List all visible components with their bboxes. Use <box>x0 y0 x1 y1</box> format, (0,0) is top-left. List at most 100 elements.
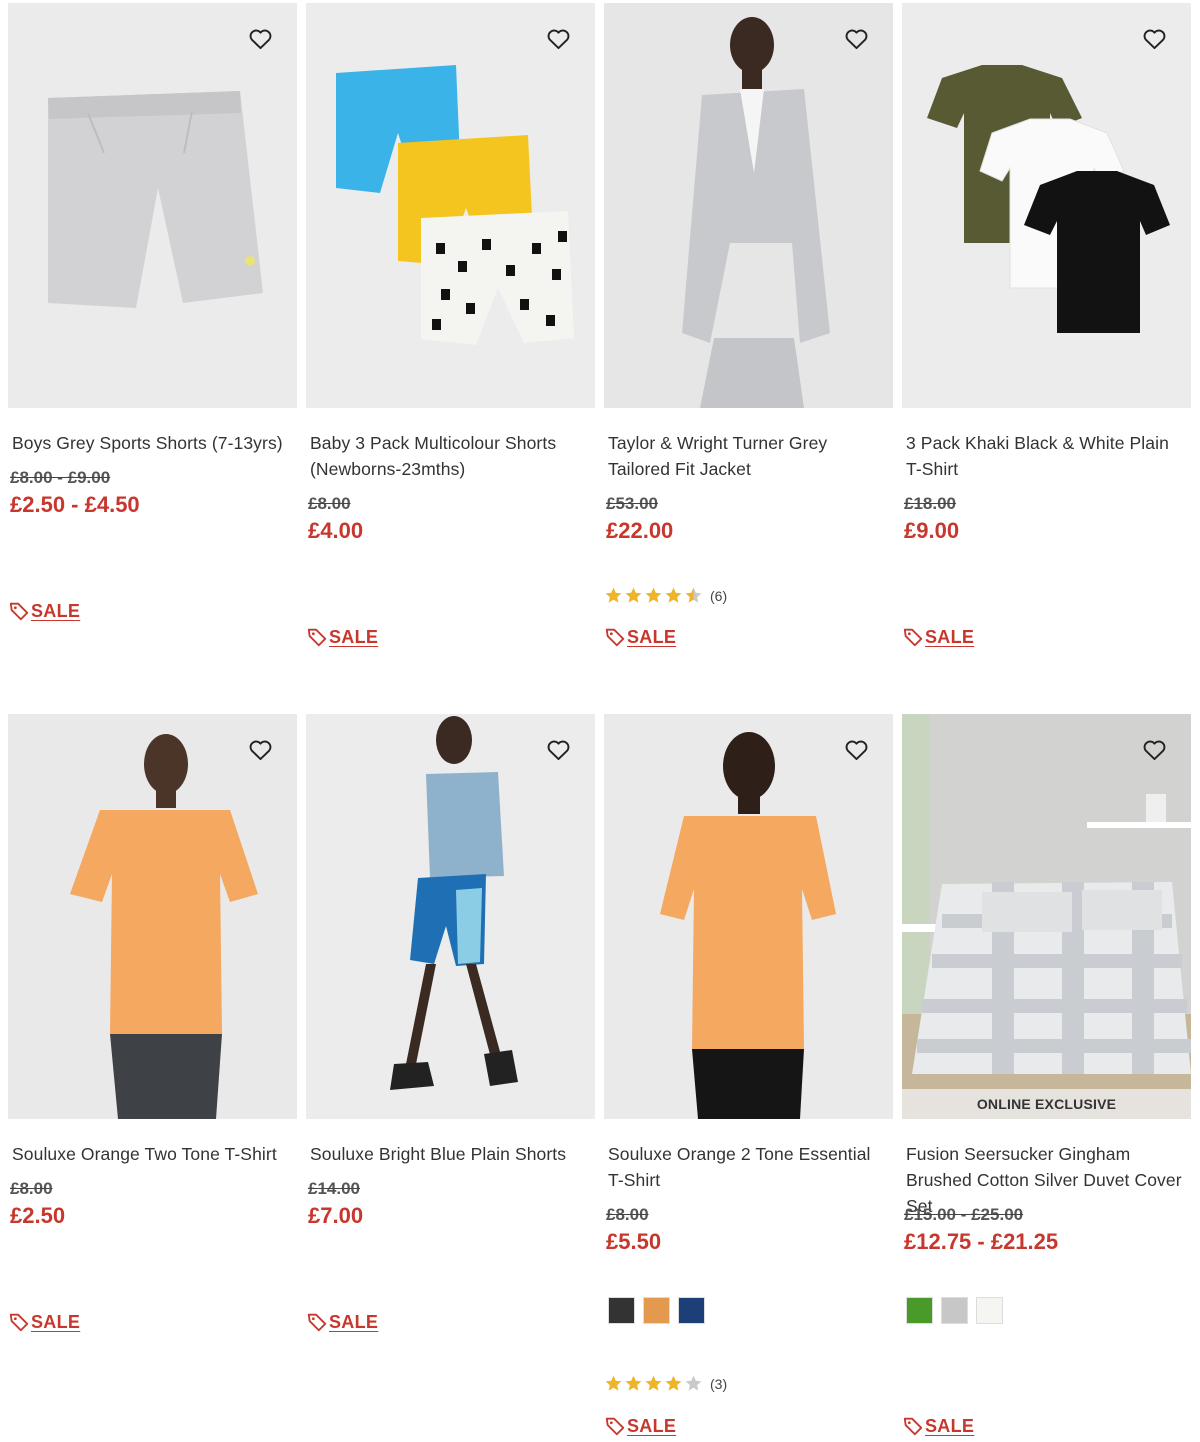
now-price: £22.00 <box>606 518 674 543</box>
heart-outline-icon <box>845 29 867 49</box>
star-icon <box>605 587 622 603</box>
star-icon <box>605 1375 622 1391</box>
product-card[interactable]: Boys Grey Sports Shorts (7-13yrs) £8.00 … <box>8 3 297 621</box>
product-image[interactable] <box>306 714 595 1119</box>
product-card[interactable]: ONLINE EXCLUSIVE Fusion Seersucker Gingh… <box>902 714 1191 1436</box>
was-price: £8.00 <box>10 1179 53 1198</box>
wishlist-button[interactable] <box>541 21 575 55</box>
wishlist-button[interactable] <box>839 732 873 766</box>
was-price: £53.00 <box>606 494 658 513</box>
heart-outline-icon <box>1143 29 1165 49</box>
star-icon <box>645 1375 662 1391</box>
colour-swatch[interactable] <box>608 1297 635 1324</box>
product-image[interactable] <box>604 714 893 1119</box>
tag-icon <box>9 1313 29 1332</box>
blue-shorts-model-image <box>390 716 518 1090</box>
product-title[interactable]: Fusion Seersucker Gingham Brushed Cotton… <box>902 1141 1191 1216</box>
star-icon <box>665 587 682 603</box>
orange-tshirt-model-image <box>70 734 258 1119</box>
colour-swatch[interactable] <box>643 1297 670 1324</box>
sale-label: SALE <box>31 1311 81 1332</box>
online-exclusive-badge: ONLINE EXCLUSIVE <box>902 1089 1191 1119</box>
sale-link[interactable]: SALE <box>306 1311 378 1333</box>
star-rating: (6) <box>604 586 727 605</box>
was-price: £15.00 - £25.00 <box>904 1205 1024 1224</box>
star-icon <box>685 1375 702 1391</box>
now-price: £5.50 <box>606 1229 662 1254</box>
now-price: £12.75 - £21.25 <box>904 1229 1059 1254</box>
colour-swatches <box>608 1297 713 1324</box>
star-icon <box>685 587 702 603</box>
product-title[interactable]: Souluxe Orange 2 Tone Essential T-Shirt <box>604 1141 893 1193</box>
sale-link[interactable]: SALE <box>902 626 974 648</box>
was-price: £8.00 <box>606 1205 649 1224</box>
grey-jacket-model-image <box>682 17 830 408</box>
sale-link[interactable]: SALE <box>902 1415 974 1437</box>
wishlist-button[interactable] <box>243 732 277 766</box>
star-icon <box>625 1375 642 1391</box>
sale-link[interactable]: SALE <box>604 1415 676 1437</box>
product-image[interactable] <box>8 3 297 408</box>
sale-label: SALE <box>627 1415 677 1436</box>
sale-label: SALE <box>329 626 379 647</box>
sale-link[interactable]: SALE <box>306 626 378 648</box>
sale-link[interactable]: SALE <box>8 600 80 622</box>
heart-outline-icon <box>547 740 569 760</box>
sale-label: SALE <box>31 600 81 621</box>
colour-swatch[interactable] <box>906 1297 933 1324</box>
product-title[interactable]: Baby 3 Pack Multicolour Shorts (Newborns… <box>306 430 595 482</box>
review-count[interactable]: (3) <box>710 1376 727 1392</box>
now-price: £2.50 <box>10 1203 66 1228</box>
was-price: £18.00 <box>904 494 956 513</box>
wishlist-button[interactable] <box>243 21 277 55</box>
tag-icon <box>9 602 29 621</box>
heart-outline-icon <box>547 29 569 49</box>
product-image[interactable] <box>604 3 893 408</box>
product-card[interactable]: Souluxe Bright Blue Plain Shorts £14.00 … <box>306 714 595 1332</box>
product-title[interactable]: Taylor & Wright Turner Grey Tailored Fit… <box>604 430 893 482</box>
star-icon <box>625 587 642 603</box>
star-icon <box>645 587 662 603</box>
grey-shorts-image <box>48 91 263 308</box>
product-image[interactable] <box>902 3 1191 408</box>
colour-swatch[interactable] <box>678 1297 705 1324</box>
review-count[interactable]: (6) <box>710 588 727 604</box>
wishlist-button[interactable] <box>1137 21 1171 55</box>
sale-label: SALE <box>925 1415 975 1436</box>
product-image[interactable]: ONLINE EXCLUSIVE <box>902 714 1191 1119</box>
tag-icon <box>605 628 625 647</box>
product-image[interactable] <box>8 714 297 1119</box>
now-price: £9.00 <box>904 518 960 543</box>
wishlist-button[interactable] <box>1137 732 1171 766</box>
sale-label: SALE <box>925 626 975 647</box>
colour-swatch[interactable] <box>941 1297 968 1324</box>
product-card[interactable]: 3 Pack Khaki Black & White Plain T-Shirt… <box>902 3 1191 647</box>
tag-icon <box>307 628 327 647</box>
product-card[interactable]: Baby 3 Pack Multicolour Shorts (Newborns… <box>306 3 595 647</box>
duvet-cover-image <box>902 714 1191 1119</box>
heart-outline-icon <box>249 29 271 49</box>
star-rating: (3) <box>604 1374 727 1393</box>
product-card[interactable]: Taylor & Wright Turner Grey Tailored Fit… <box>604 3 893 647</box>
sale-link[interactable]: SALE <box>604 626 676 648</box>
heart-outline-icon <box>249 740 271 760</box>
was-price: £8.00 <box>308 494 351 513</box>
product-title[interactable]: 3 Pack Khaki Black & White Plain T-Shirt <box>902 430 1191 482</box>
was-price: £8.00 - £9.00 <box>10 468 111 487</box>
wishlist-button[interactable] <box>839 21 873 55</box>
product-card[interactable]: Souluxe Orange 2 Tone Essential T-Shirt … <box>604 714 893 1436</box>
star-icon <box>665 1375 682 1391</box>
multicolour-shorts-image <box>336 65 574 345</box>
product-image[interactable] <box>306 3 595 408</box>
wishlist-button[interactable] <box>541 732 575 766</box>
was-price: £14.00 <box>308 1179 360 1198</box>
sale-label: SALE <box>627 626 677 647</box>
product-card[interactable]: Souluxe Orange Two Tone T-Shirt £8.00 £2… <box>8 714 297 1332</box>
sale-link[interactable]: SALE <box>8 1311 80 1333</box>
now-price: £4.00 <box>308 518 364 543</box>
tshirt-pack-image <box>927 65 1170 333</box>
heart-outline-icon <box>1143 740 1165 760</box>
colour-swatch[interactable] <box>976 1297 1003 1324</box>
now-price: £2.50 - £4.50 <box>10 492 140 517</box>
now-price: £7.00 <box>308 1203 364 1228</box>
